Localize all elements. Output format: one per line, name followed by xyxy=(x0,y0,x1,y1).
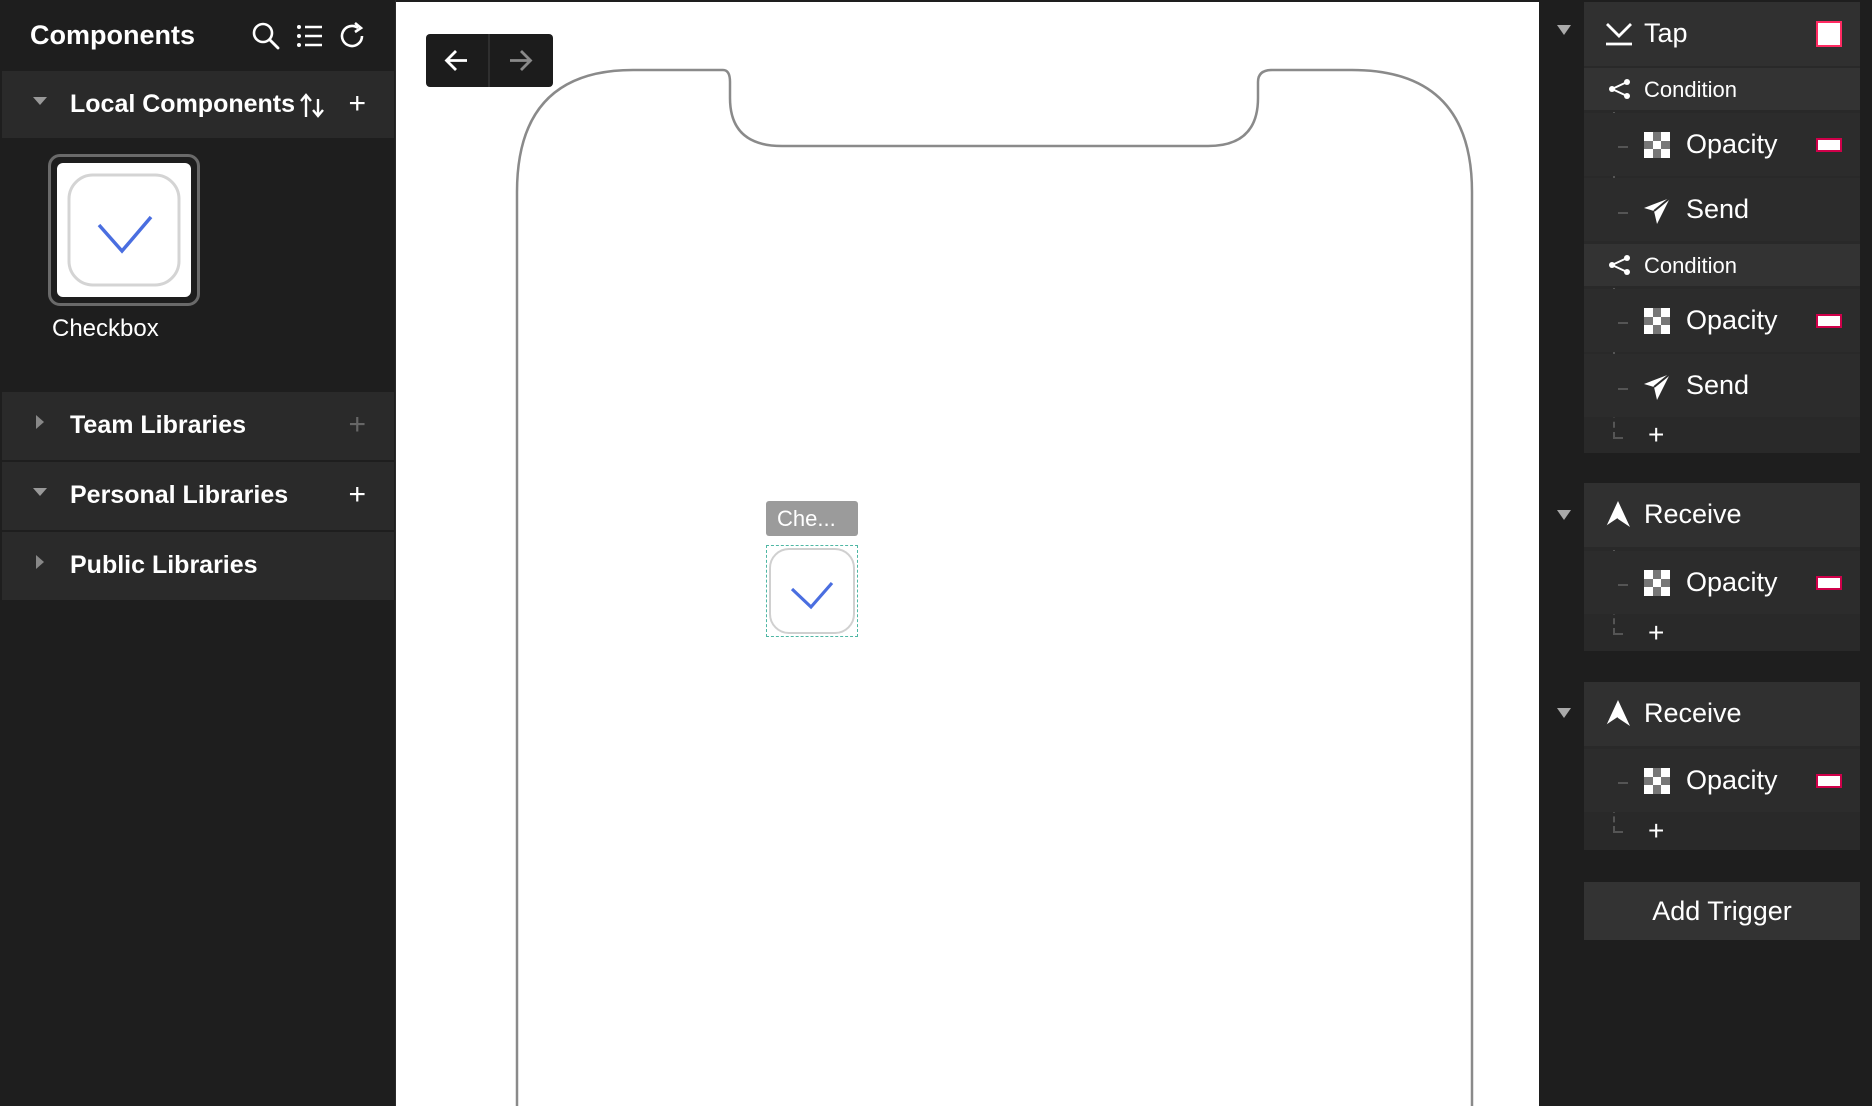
section-label: Team Libraries xyxy=(70,411,247,439)
checkbox-icon xyxy=(769,548,855,634)
refresh-icon[interactable] xyxy=(336,20,368,52)
add-team-library-button[interactable]: + xyxy=(348,410,366,440)
action-label: Send xyxy=(1686,194,1750,224)
send-icon xyxy=(1644,197,1671,224)
checkbox-instance[interactable] xyxy=(766,545,858,637)
tree-branch xyxy=(1618,782,1628,784)
arrow-right-icon[interactable] xyxy=(490,34,552,87)
branch-icon xyxy=(1609,79,1630,99)
action-row-opacity[interactable]: Opacity xyxy=(1584,289,1860,352)
opacity-icon xyxy=(1644,308,1670,334)
components-sidebar: Components Local Components + Checkbox T… xyxy=(0,0,396,1106)
action-row-send[interactable]: Send xyxy=(1584,178,1860,241)
section-label: Public Libraries xyxy=(70,551,258,579)
section-personal-libraries[interactable]: Personal Libraries + xyxy=(2,462,394,530)
condition-label: Condition xyxy=(1644,253,1737,278)
component-label: Checkbox xyxy=(52,315,159,342)
search-icon[interactable] xyxy=(250,20,282,52)
action-label: Send xyxy=(1686,370,1750,400)
add-action-button[interactable]: + xyxy=(1648,817,1664,845)
branch-icon xyxy=(1609,255,1630,275)
tree-branch xyxy=(1613,633,1623,635)
collapse-caret-icon[interactable] xyxy=(1556,707,1572,719)
receive-trigger-header[interactable]: Receive xyxy=(1584,682,1860,746)
selected-layer-name-chip: Che... xyxy=(766,501,858,536)
add-trigger-button[interactable]: Add Trigger xyxy=(1584,882,1860,940)
trigger-label: Receive xyxy=(1644,499,1742,529)
condition-label: Condition xyxy=(1644,77,1737,102)
send-icon xyxy=(1644,373,1671,400)
action-row-opacity[interactable]: Opacity xyxy=(1584,551,1860,614)
trigger-label: Receive xyxy=(1644,698,1742,728)
color-swatch[interactable] xyxy=(1816,774,1842,788)
section-label: Personal Libraries xyxy=(70,481,289,509)
navigation-buttons xyxy=(426,34,553,87)
action-row-opacity[interactable]: Opacity xyxy=(1584,113,1860,176)
opacity-icon xyxy=(1644,132,1670,158)
color-swatch[interactable] xyxy=(1816,576,1842,590)
checkbox-component-thumbnail[interactable] xyxy=(48,154,200,306)
tree-branch xyxy=(1618,322,1628,324)
opacity-icon xyxy=(1644,570,1670,596)
add-local-component-button[interactable]: + xyxy=(348,89,366,119)
section-local-components[interactable]: Local Components + xyxy=(2,71,394,139)
action-row-opacity[interactable]: Opacity xyxy=(1584,749,1860,812)
action-label: Opacity xyxy=(1686,765,1778,795)
interaction-gutter xyxy=(1540,0,1583,1106)
tap-trigger-header[interactable]: Tap xyxy=(1584,2,1860,66)
add-action-button[interactable]: + xyxy=(1648,421,1664,449)
color-swatch[interactable] xyxy=(1816,314,1842,328)
color-swatch[interactable] xyxy=(1816,21,1842,47)
trigger-label: Tap xyxy=(1644,18,1688,48)
arrow-left-icon[interactable] xyxy=(426,34,488,87)
action-row-send[interactable]: Send xyxy=(1584,354,1860,417)
action-label: Opacity xyxy=(1686,567,1778,597)
condition-row[interactable]: Condition xyxy=(1584,244,1860,286)
tree-branch xyxy=(1618,212,1628,214)
phone-frame xyxy=(515,68,1474,1106)
action-label: Opacity xyxy=(1686,129,1778,159)
tree-branch xyxy=(1618,388,1628,390)
collapse-caret-icon[interactable] xyxy=(1556,24,1572,36)
tree-branch xyxy=(1613,437,1623,439)
receive-trigger-header[interactable]: Receive xyxy=(1584,483,1860,547)
tap-icon xyxy=(1606,23,1632,46)
add-personal-library-button[interactable]: + xyxy=(348,480,366,510)
tree-branch xyxy=(1618,146,1628,148)
color-swatch[interactable] xyxy=(1816,138,1842,152)
section-label: Local Components xyxy=(70,90,296,118)
add-action-button[interactable]: + xyxy=(1648,619,1664,647)
receive-icon xyxy=(1605,501,1630,528)
action-label: Opacity xyxy=(1686,305,1778,335)
section-public-libraries[interactable]: Public Libraries xyxy=(2,532,394,600)
tree-branch xyxy=(1618,584,1628,586)
collapse-caret-icon[interactable] xyxy=(1556,509,1572,521)
condition-row[interactable]: Condition xyxy=(1584,68,1860,110)
caret-right-icon[interactable] xyxy=(32,554,48,570)
list-icon[interactable] xyxy=(294,20,326,52)
caret-right-icon[interactable] xyxy=(32,414,48,430)
tree-branch xyxy=(1613,831,1623,833)
caret-down-icon[interactable] xyxy=(32,484,48,500)
sidebar-title: Components xyxy=(30,20,195,50)
section-team-libraries[interactable]: Team Libraries + xyxy=(2,392,394,460)
checkbox-preview-icon xyxy=(67,173,181,287)
sidebar-header: Components xyxy=(0,0,395,70)
caret-down-icon[interactable] xyxy=(32,93,48,109)
sort-icon[interactable] xyxy=(298,91,328,121)
opacity-icon xyxy=(1644,768,1670,794)
receive-icon xyxy=(1605,700,1630,727)
